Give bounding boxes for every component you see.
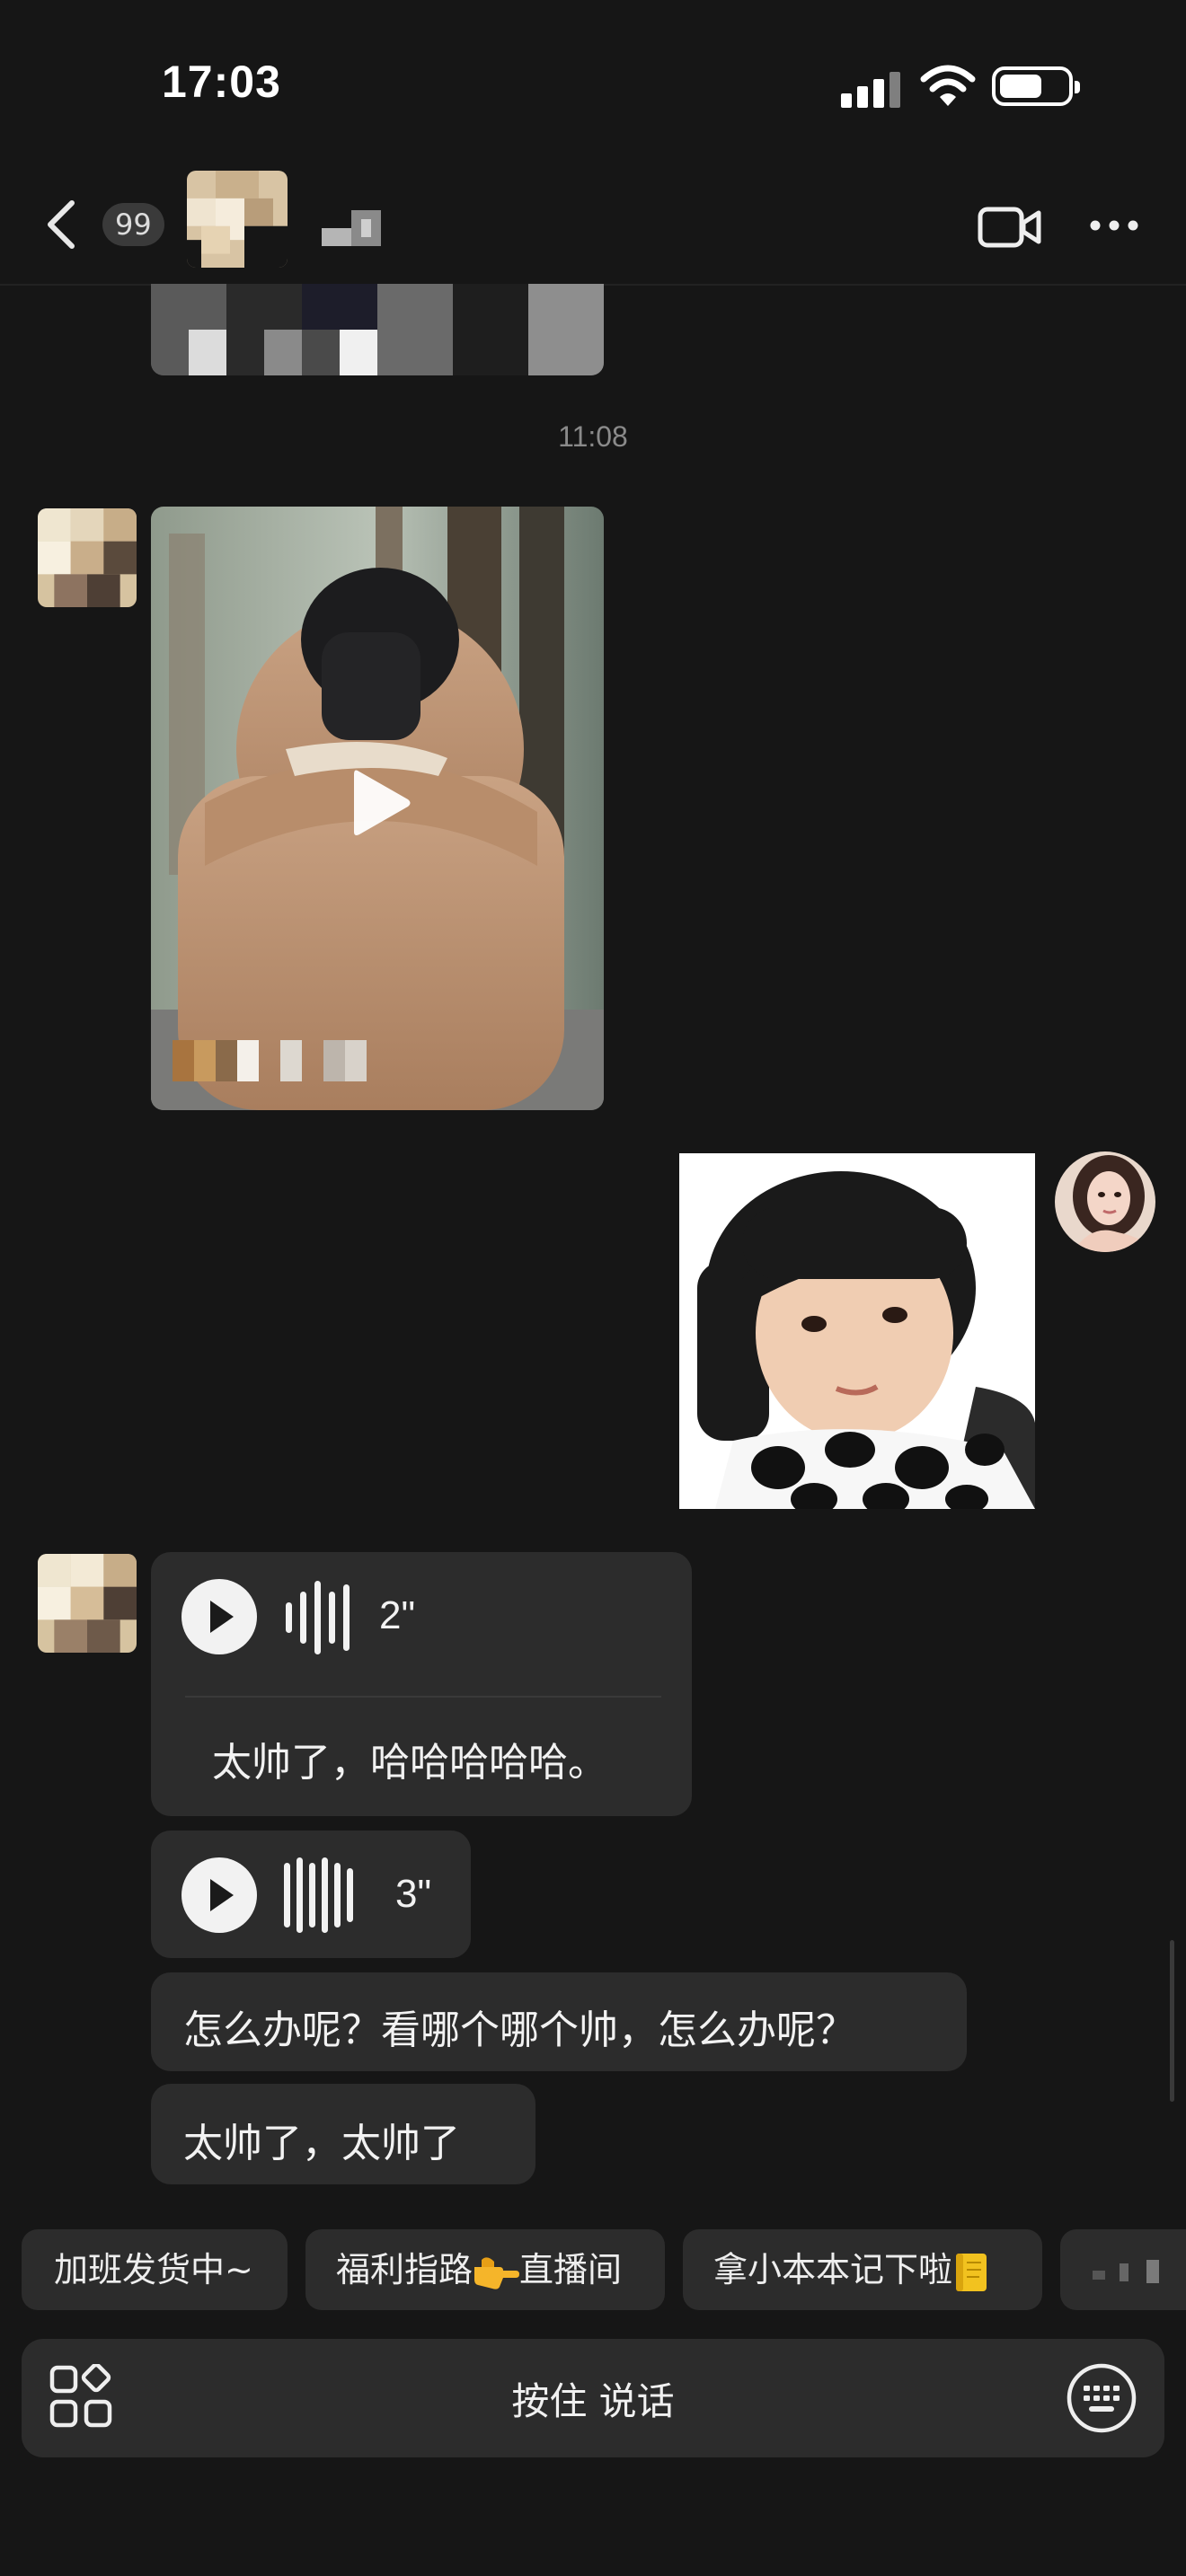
quick-reply-chip[interactable]: 加班发货中~ <box>22 2229 288 2310</box>
quick-reply-label: 福利指路 <box>336 2250 474 2289</box>
quick-reply-chip[interactable]: 福利指路 直播间 <box>305 2229 665 2310</box>
quick-reply-chip[interactable] <box>1060 2229 1186 2310</box>
voice-message-bubble[interactable]: 3" <box>151 1831 471 1958</box>
text-message-bubble[interactable]: 怎么办呢？看哪个哪个帅，怎么办呢？ <box>151 1972 967 2071</box>
my-avatar[interactable] <box>1055 1151 1155 1252</box>
transcript-divider <box>185 1696 661 1698</box>
hold-to-talk-button[interactable]: 按住 说话 <box>0 2371 1186 2426</box>
contact-avatar[interactable] <box>187 171 288 268</box>
pointing-hand-icon <box>474 2256 520 2289</box>
quick-reply-label: 加班发货中~ <box>54 2250 253 2289</box>
message-text: 怎么办呢？看哪个哪个帅，怎么办呢？ <box>183 2007 855 2053</box>
more-options-icon[interactable] <box>1089 219 1139 232</box>
unread-count-badge[interactable]: 99 <box>102 203 164 246</box>
cellular-signal-icon <box>841 72 900 108</box>
message-text: 太帅了，太帅了 <box>183 2121 460 2166</box>
notebook-icon <box>956 2253 987 2291</box>
video-play-icon[interactable] <box>349 765 413 841</box>
voice-message-bubble[interactable]: 2" 太帅了，哈哈哈哈哈。 <box>151 1552 692 1816</box>
battery-icon <box>992 66 1080 106</box>
quick-reply-chip[interactable]: 拿小本本记下啦 <box>683 2229 1042 2310</box>
wifi-icon <box>920 65 976 106</box>
message-timestamp: 11:08 <box>558 420 628 453</box>
sent-sticker-image[interactable] <box>679 1153 1035 1509</box>
quick-reply-label: 拿小本本记下啦 <box>713 2250 953 2289</box>
scrollbar[interactable] <box>1170 1940 1174 2102</box>
contact-name-pixelated <box>322 210 381 246</box>
voice-play-icon[interactable] <box>181 1857 257 1933</box>
voice-duration: 3" <box>395 1872 432 1916</box>
contact-avatar-message[interactable] <box>38 508 137 607</box>
text-message-bubble[interactable]: 太帅了，太帅了 <box>151 2084 535 2184</box>
status-time: 17:03 <box>162 57 281 107</box>
voice-play-icon[interactable] <box>181 1579 257 1654</box>
quick-reply-label-suffix: 直播间 <box>519 2250 623 2289</box>
voice-transcript: 太帅了，哈哈哈哈哈。 <box>212 1740 607 1786</box>
back-arrow-icon[interactable] <box>41 198 81 251</box>
video-call-icon[interactable] <box>978 205 1042 250</box>
quick-reply-label-pixelated <box>1093 2259 1159 2283</box>
contact-avatar-message[interactable] <box>38 1554 137 1653</box>
video-caption-pixelated <box>173 1040 367 1081</box>
keyboard-icon[interactable] <box>1066 2362 1137 2434</box>
voice-duration: 2" <box>379 1593 416 1637</box>
previous-image-message[interactable] <box>151 284 604 375</box>
